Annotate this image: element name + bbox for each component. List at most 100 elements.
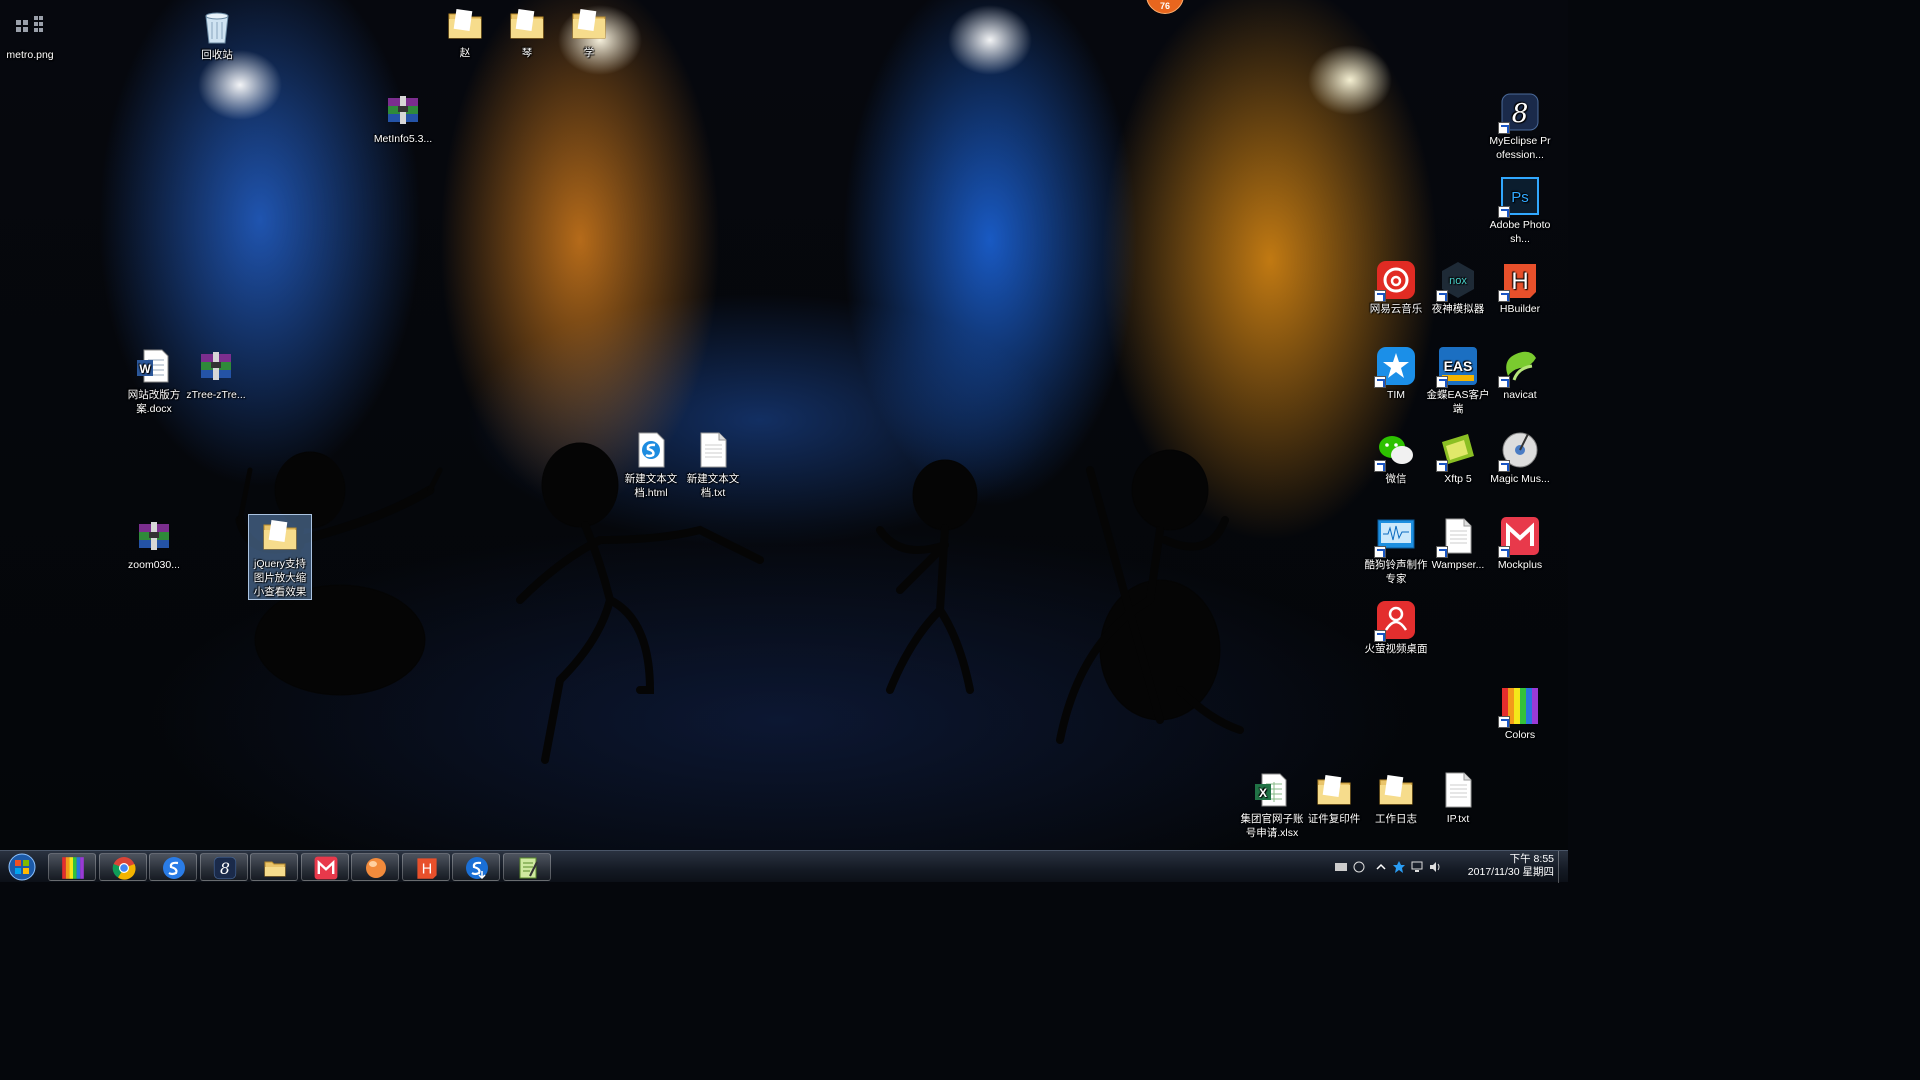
show-hidden-icons-arrow-icon[interactable] [1374, 860, 1388, 874]
desktop-icon-label: MyEclipse Profession... [1489, 135, 1551, 161]
desktop-icon-new-html[interactable]: 新建文本文档.html [619, 430, 683, 500]
winrar-archive-icon [134, 516, 174, 556]
taskbar-button-file-explorer[interactable] [250, 853, 298, 881]
desktop-icon-kingdee-eas[interactable]: EAS 金蝶EAS客户端 [1426, 346, 1490, 416]
myeclipse-icon: 8 [1498, 92, 1540, 134]
svg-text:8: 8 [220, 860, 230, 878]
desktop-icon-folder-xue[interactable]: 学 [557, 4, 621, 60]
shortcut-arrow-icon [1374, 290, 1386, 302]
folder-icon [1314, 770, 1354, 810]
kingdee-eas-icon: EAS [1436, 346, 1478, 388]
system-tray: 下午 8:55 2017/11/30 星期四 [1334, 851, 1554, 883]
desktop-icon-label: metro.png [6, 49, 54, 61]
desktop-icon-label: 酷狗铃声制作专家 [1364, 559, 1428, 585]
drum-silhouette [254, 584, 426, 696]
desktop-icon-recycle-bin[interactable]: 回收站 [185, 6, 249, 62]
desktop-icon-label: IP.txt [1446, 813, 1470, 825]
desktop-icon-photoshop[interactable]: Ps Adobe Photosh... [1488, 176, 1552, 246]
network-icon[interactable] [1410, 860, 1424, 874]
desktop-icon-mockplus[interactable]: Mockplus [1488, 516, 1552, 572]
desktop-icon-id-copy[interactable]: 证件复印件 [1302, 770, 1366, 826]
text-file-icon [1438, 770, 1478, 810]
desktop-icon-zoom030[interactable]: zoom030... [122, 516, 186, 572]
show-desktop-button[interactable] [1558, 851, 1568, 883]
desktop-icon-label: HBuilder [1499, 303, 1541, 315]
desktop-icon-navicat[interactable]: navicat [1488, 346, 1552, 402]
desktop-icon-colors[interactable]: Colors [1488, 686, 1552, 742]
desktop-icon-ip-txt[interactable]: IP.txt [1426, 770, 1490, 826]
desktop-icon-jquery-folder[interactable]: jQuery支持图片放大缩小查看效果 [248, 514, 312, 600]
desktop-icon-label: jQuery支持图片放大缩小查看效果 [253, 558, 307, 598]
nox-emulator-icon: nox [1436, 260, 1478, 302]
desktop-icon-label: Colors [1504, 729, 1536, 741]
desktop-icon-label: 证件复印件 [1307, 813, 1361, 825]
volume-icon[interactable] [1428, 860, 1442, 874]
desktop-icon-website-docx[interactable]: W 网站改版方案.docx [122, 346, 186, 416]
desktop-icon-label: 新建文本文档.html [624, 473, 678, 499]
desktop-icon-new-txt[interactable]: 新建文本文档.txt [681, 430, 745, 500]
desktop-icon-wampserver[interactable]: Wampser... [1426, 516, 1490, 572]
excel-document-icon: X [1252, 770, 1292, 810]
desktop-icon-label: 微信 [1385, 473, 1407, 485]
wechat-icon [1374, 430, 1416, 472]
desktop-icon-magic-music[interactable]: Magic Mus... [1488, 430, 1552, 486]
desktop-icon-nox[interactable]: nox 夜神模拟器 [1426, 260, 1490, 316]
taskbar-button-notepad-plus[interactable] [502, 853, 551, 881]
shortcut-arrow-icon [1498, 460, 1510, 472]
firefly-video-icon [1374, 600, 1416, 642]
desktop-icon-ztree[interactable]: zTree-zTre... [184, 346, 248, 402]
svg-text:nox: nox [1449, 275, 1467, 287]
notepad-plus-icon [519, 857, 538, 879]
desktop-icon-group-xlsx[interactable]: X 集团官网子账号申请.xlsx [1240, 770, 1304, 840]
clock[interactable]: 下午 8:55 2017/11/30 星期四 [1458, 853, 1554, 879]
taskbar-button-chrome[interactable] [98, 853, 147, 881]
desktop-icon-folder-qin[interactable]: 琴 [495, 4, 559, 60]
desktop-icon-metro-png[interactable]: metro.png [0, 6, 62, 62]
svg-text:8: 8 [1512, 99, 1529, 129]
desktop-icon-tim[interactable]: TIM [1364, 346, 1428, 402]
desktop-icon-myeclipse[interactable]: 8 MyEclipse Profession... [1488, 92, 1552, 162]
desktop-icon-netease-music[interactable]: 网易云音乐 [1364, 260, 1428, 316]
desktop-icon-label: Magic Mus... [1490, 473, 1550, 485]
desktop-icon-work-log[interactable]: 工作日志 [1364, 770, 1428, 826]
shortcut-arrow-icon [1498, 122, 1510, 134]
chrome-icon [112, 857, 136, 880]
keyboard-icon[interactable] [1334, 860, 1348, 874]
hbuilder-icon: H [416, 858, 437, 879]
shortcut-arrow-icon [1498, 290, 1510, 302]
desktop-icon-kugou-ringtone[interactable]: 酷狗铃声制作专家 [1364, 516, 1428, 586]
shortcut-arrow-icon [1374, 460, 1386, 472]
taskbar-button-sogou-browser[interactable] [149, 853, 197, 881]
tim-icon [1374, 346, 1416, 388]
tim-tray-icon[interactable] [1392, 860, 1406, 874]
clock-date: 2017/11/30 星期四 [1467, 866, 1554, 878]
taskbar-button-mockplus[interactable] [300, 853, 349, 881]
image-file-icon [10, 6, 50, 46]
shortcut-arrow-icon [1436, 290, 1448, 302]
desktop-icon-label: Mockplus [1497, 559, 1543, 571]
taskbar-button-hbuilder[interactable]: H [401, 853, 450, 881]
desktop-icon-label: navicat [1503, 389, 1537, 401]
mockplus-icon [314, 856, 337, 880]
start-button[interactable] [4, 852, 40, 882]
desktop-icon-firefly-video[interactable]: 火萤视频桌面 [1364, 600, 1428, 656]
taskbar-button-myeclipse[interactable]: 8 [199, 853, 248, 881]
taskbar-button-colors-app[interactable] [48, 853, 96, 881]
desktop-icon-hbuilder[interactable]: H HBuilder [1488, 260, 1552, 316]
desktop-icon-metinfo[interactable]: MetInfo5.3... [371, 90, 435, 146]
desktop-icon-wechat[interactable]: 微信 [1364, 430, 1428, 486]
folder-icon [445, 4, 485, 44]
shortcut-arrow-icon [1436, 460, 1448, 472]
taskbar-button-firefly[interactable] [351, 853, 399, 881]
taskbar-button-sogou-input[interactable] [452, 853, 500, 881]
winrar-archive-icon [196, 346, 236, 386]
desktop-icon-folder-zhao[interactable]: 赵 [433, 4, 497, 60]
ime-icon[interactable] [1352, 860, 1366, 874]
desktop-icon-label: Wampser... [1431, 559, 1485, 571]
desktop-icon-label: 新建文本文档.txt [686, 473, 740, 499]
winrar-archive-icon [383, 90, 423, 130]
shortcut-arrow-icon [1436, 376, 1448, 388]
desktop-icon-xftp[interactable]: Xftp 5 [1426, 430, 1490, 486]
desktop-icon-label: 网易云音乐 [1369, 303, 1423, 315]
orange-ball-icon [366, 858, 386, 878]
